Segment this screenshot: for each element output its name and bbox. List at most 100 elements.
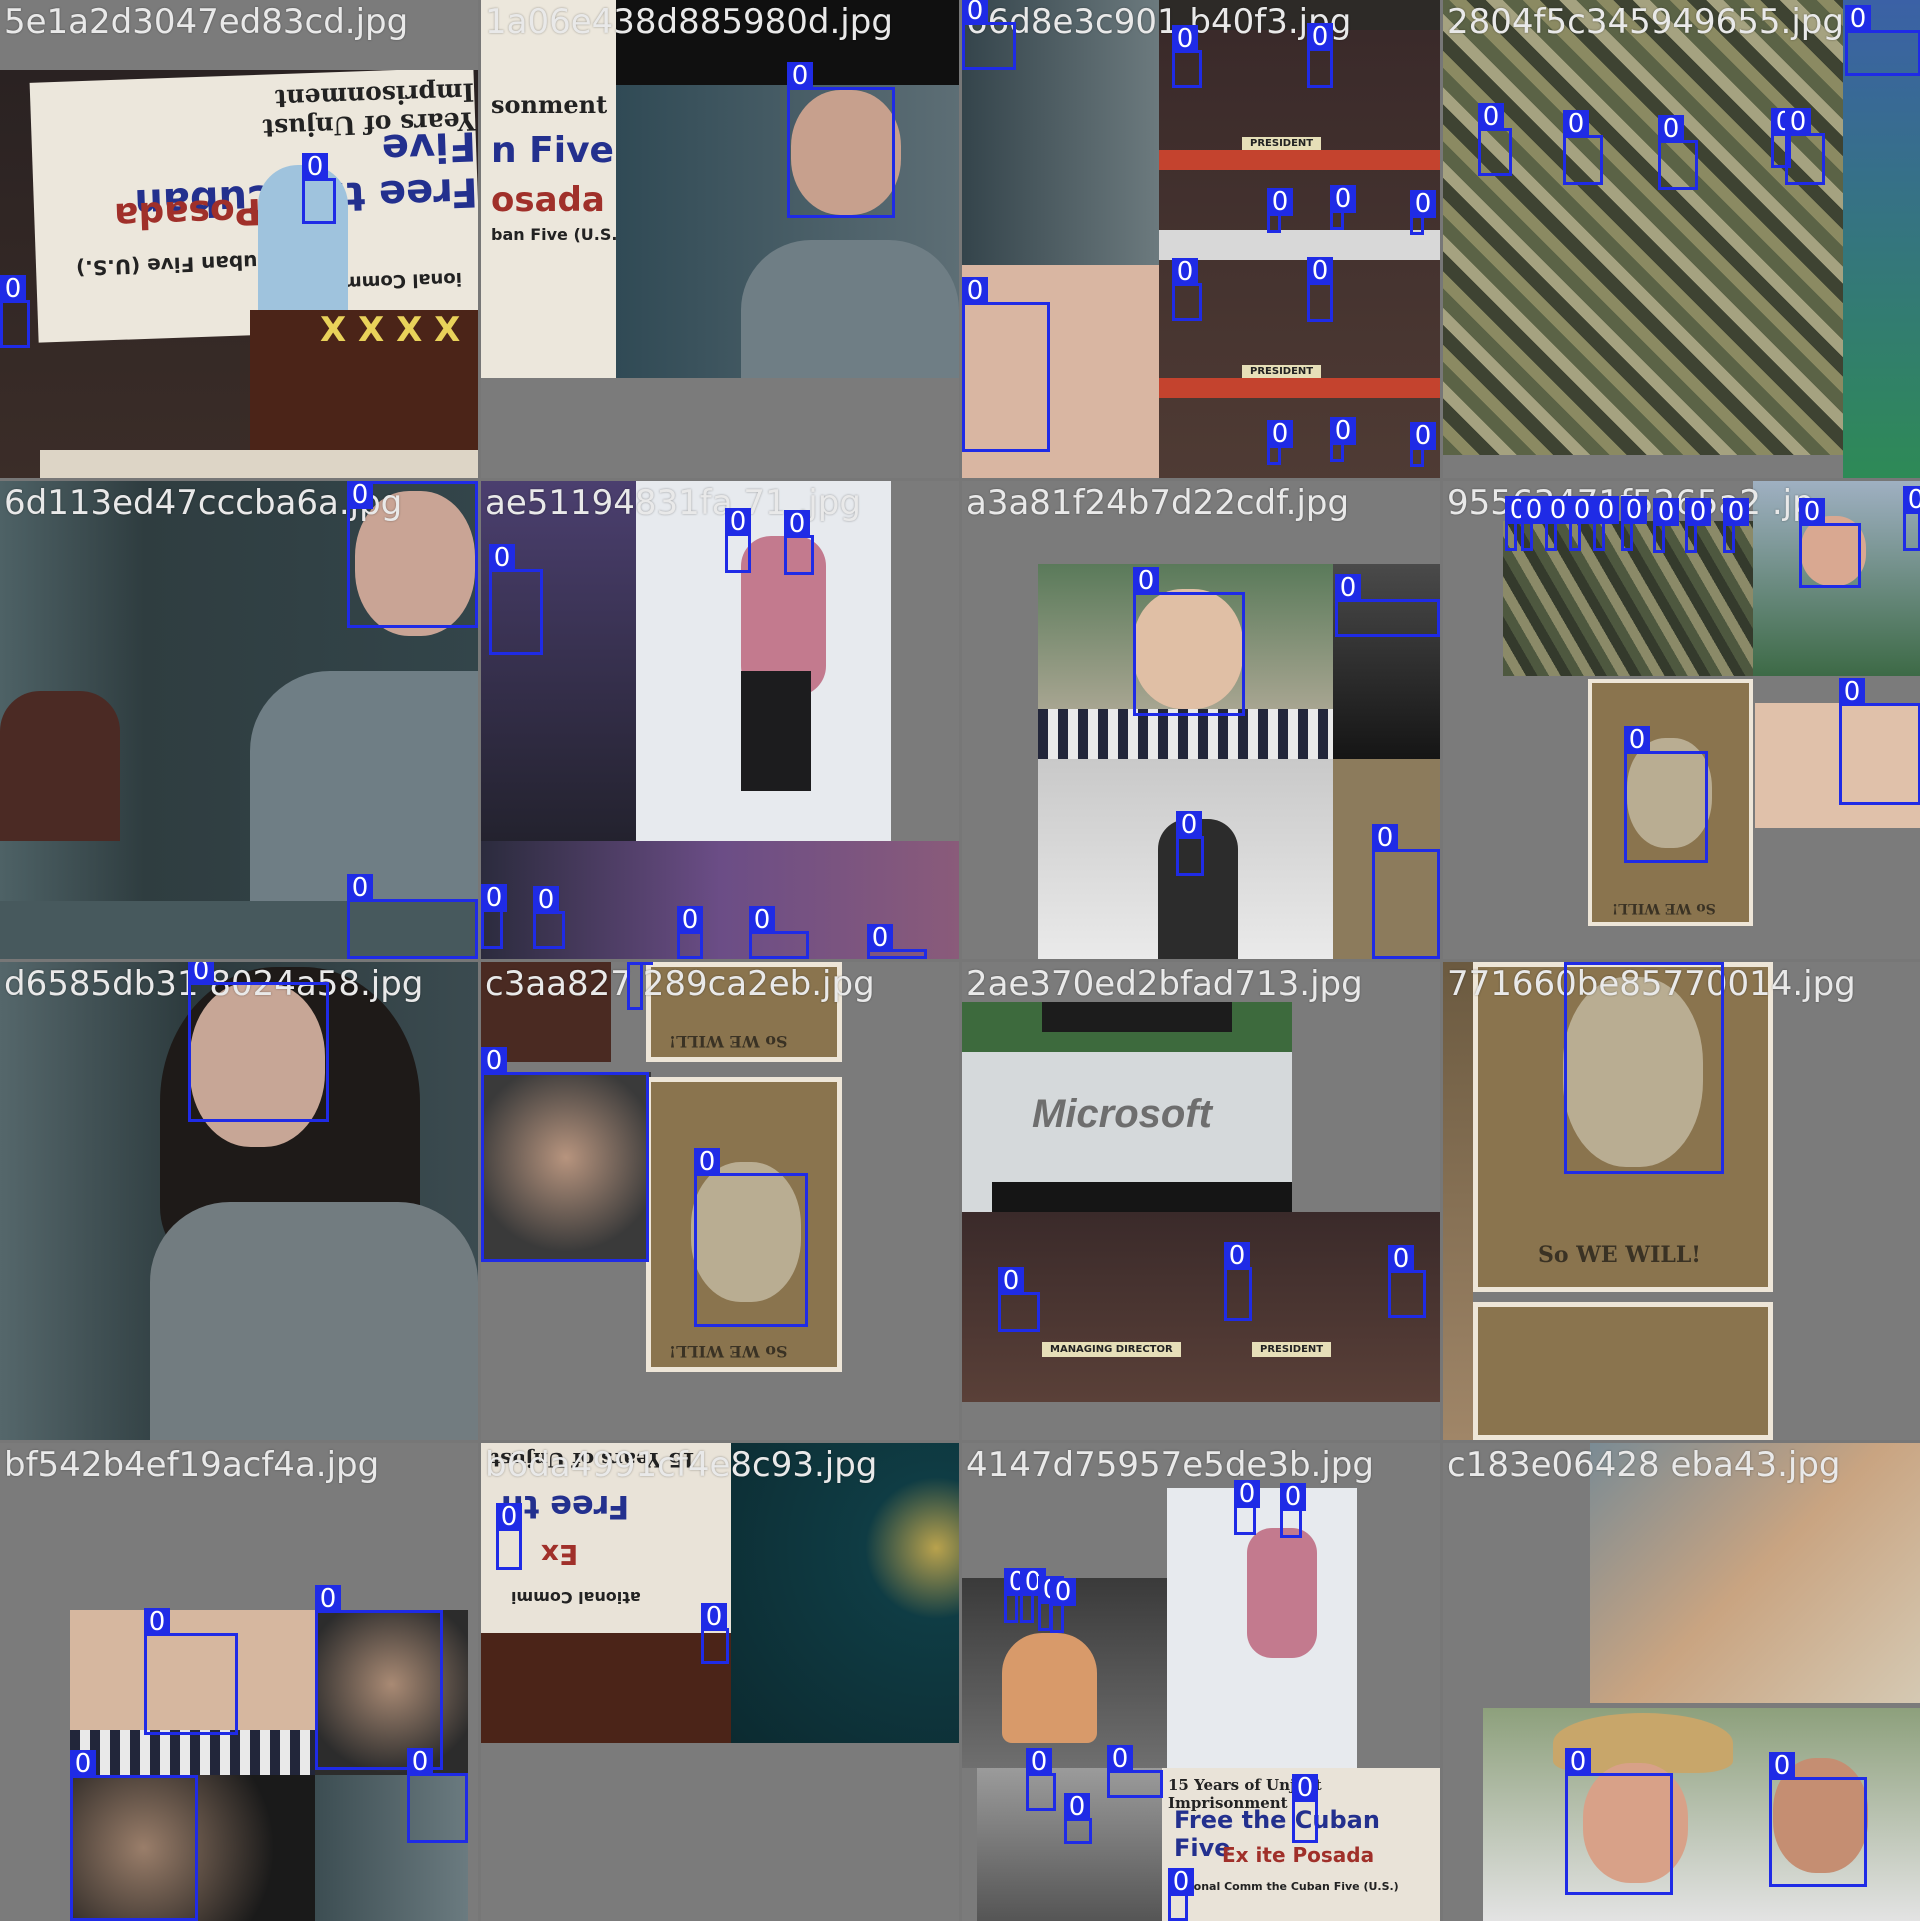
banner-text: sonment: [491, 90, 608, 119]
face-bounding-box[interactable]: 0: [1521, 496, 1547, 551]
face-bounding-box[interactable]: 0: [1685, 498, 1711, 553]
face-bounding-box[interactable]: 0: [1563, 110, 1603, 185]
box-class-label: 0: [1372, 824, 1398, 852]
box-class-label: 0: [1292, 1774, 1318, 1802]
face-bounding-box[interactable]: 0: [1026, 1748, 1056, 1811]
face-bounding-box[interactable]: 0: [347, 874, 478, 959]
face-bounding-box[interactable]: 0: [1545, 496, 1571, 551]
face-bounding-box[interactable]: 0: [1172, 258, 1202, 321]
face-bounding-box[interactable]: 0: [627, 962, 653, 1010]
face-bounding-box[interactable]: 0: [489, 544, 543, 655]
banner-text: ational Commi: [511, 1588, 641, 1607]
baby-shirt: [70, 1730, 315, 1775]
face-bounding-box[interactable]: 0: [70, 1750, 198, 1921]
face-bounding-box[interactable]: 0: [1410, 190, 1436, 235]
face-bounding-box[interactable]: 0: [1064, 1793, 1092, 1844]
face-bounding-box[interactable]: 0: [1234, 1480, 1260, 1535]
box-class-label: 0: [0, 275, 26, 303]
face-bounding-box[interactable]: 0: [1176, 811, 1204, 876]
face-bounding-box[interactable]: 0: [1505, 496, 1531, 551]
face-bounding-box[interactable]: 0: [1723, 498, 1749, 553]
face-bounding-box[interactable]: 0: [1267, 188, 1293, 233]
face-bounding-box[interactable]: 0: [1224, 1242, 1252, 1321]
person-shirt: [741, 240, 959, 378]
face-bounding-box[interactable]: 0: [1785, 108, 1825, 185]
face-bounding-box[interactable]: 0: [1267, 420, 1293, 465]
face-bounding-box[interactable]: 0: [1839, 678, 1920, 805]
box-class-label: 0: [694, 1148, 720, 1176]
face-bounding-box[interactable]: 0: [701, 1603, 729, 1664]
tile-filename: a3a81f24b7d22cdf.jpg: [966, 483, 1350, 523]
face-bounding-box[interactable]: 0: [725, 508, 751, 573]
box-class-label: 0: [1107, 1745, 1133, 1773]
box-class-label: 0: [1280, 1483, 1306, 1511]
face-bounding-box[interactable]: 0: [867, 924, 927, 959]
face-bounding-box[interactable]: 0: [1478, 103, 1512, 176]
face-bounding-box[interactable]: 0: [1410, 422, 1436, 467]
face-bounding-box[interactable]: 0: [1330, 417, 1356, 462]
face-bounding-box[interactable]: 0: [1653, 498, 1679, 553]
face-bounding-box[interactable]: 0: [1658, 115, 1698, 190]
banner-text: ban Five (U.S.): [491, 225, 625, 244]
snow-photo: [1167, 1488, 1357, 1768]
face-bounding-box[interactable]: 0: [1307, 23, 1333, 88]
face-bounding-box[interactable]: 0: [1307, 257, 1333, 322]
face-bounding-box[interactable]: 0: [315, 1585, 443, 1770]
face-bounding-box[interactable]: 0: [1799, 498, 1861, 588]
face-bounding-box[interactable]: 0: [1565, 1748, 1673, 1895]
face-bounding-box[interactable]: 0: [1050, 1578, 1076, 1633]
face-bounding-box[interactable]: 0: [1168, 1868, 1194, 1921]
face-bounding-box[interactable]: 0: [1372, 824, 1440, 959]
face-bounding-box[interactable]: 0: [1769, 1752, 1867, 1887]
face-bounding-box[interactable]: 0: [677, 906, 703, 959]
box-class-label: 0: [1330, 185, 1356, 213]
face-bounding-box[interactable]: 0: [1845, 5, 1920, 76]
mosaic-tile: ae51194831fa 71 .jpg 0 0 0 0 0 0 0 0: [481, 481, 959, 959]
tile-photo: Microsoft: [962, 1002, 1292, 1212]
face-bounding-box[interactable]: 0: [962, 0, 1016, 70]
box-class-label: 0: [998, 1267, 1024, 1295]
box-class-label: 0: [1845, 5, 1871, 33]
face-bounding-box[interactable]: 0: [1020, 1568, 1046, 1623]
face-bounding-box[interactable]: 0: [1624, 726, 1708, 863]
face-bounding-box[interactable]: 0: [694, 1148, 808, 1327]
face-bounding-box[interactable]: 0: [998, 1267, 1040, 1332]
face-bounding-box[interactable]: 0: [787, 62, 895, 218]
face-bounding-box[interactable]: 0: [1621, 496, 1647, 551]
face-bounding-box[interactable]: 0: [533, 886, 565, 949]
box-class-label: 0: [481, 1047, 507, 1075]
lower-banner: [40, 450, 478, 478]
face-bounding-box[interactable]: 0: [1004, 1568, 1030, 1623]
face-bounding-box[interactable]: 0: [1335, 574, 1440, 637]
face-bounding-box[interactable]: 0: [1903, 486, 1920, 551]
face-bounding-box[interactable]: 0: [1330, 185, 1356, 230]
face-bounding-box[interactable]: 0: [1107, 1745, 1163, 1798]
face-bounding-box[interactable]: 0: [1564, 962, 1724, 1174]
face-bounding-box[interactable]: 0: [1292, 1774, 1318, 1843]
face-bounding-box[interactable]: 0: [1593, 496, 1619, 551]
face-bounding-box[interactable]: 0: [1133, 567, 1245, 716]
box-class-label: 0: [1658, 115, 1684, 143]
banner: Years of Unjust Imprisonment Free the Cu…: [29, 70, 478, 343]
box-class-label: 0: [784, 510, 810, 538]
face-bounding-box[interactable]: 0: [188, 962, 329, 1122]
face-bounding-box[interactable]: 0: [962, 277, 1050, 452]
tile-filename: 5e1a2d3047ed83cd.jpg: [4, 2, 409, 42]
face-bounding-box[interactable]: 0: [1280, 1483, 1306, 1538]
face-bounding-box[interactable]: 0: [407, 1748, 468, 1843]
face-bounding-box[interactable]: 0: [1172, 25, 1202, 88]
face-bounding-box[interactable]: 0: [302, 153, 336, 224]
face-bounding-box[interactable]: 0: [347, 481, 478, 628]
face-bounding-box[interactable]: 0: [784, 510, 814, 575]
face-bounding-box[interactable]: 0: [481, 884, 507, 949]
face-bounding-box[interactable]: 0: [496, 1503, 522, 1570]
face-bounding-box[interactable]: 0: [1569, 496, 1595, 551]
desk: [1159, 150, 1440, 170]
face-bounding-box[interactable]: 0: [0, 275, 30, 348]
face-bounding-box[interactable]: 0: [481, 1047, 649, 1262]
tile-filename: b6da4991cf4e8c93.jpg: [485, 1445, 878, 1485]
face-bounding-box[interactable]: 0: [144, 1608, 238, 1735]
face-bounding-box[interactable]: 0: [1388, 1245, 1426, 1318]
face-bounding-box[interactable]: 0: [749, 906, 809, 959]
box-class-label: 0: [188, 962, 214, 985]
